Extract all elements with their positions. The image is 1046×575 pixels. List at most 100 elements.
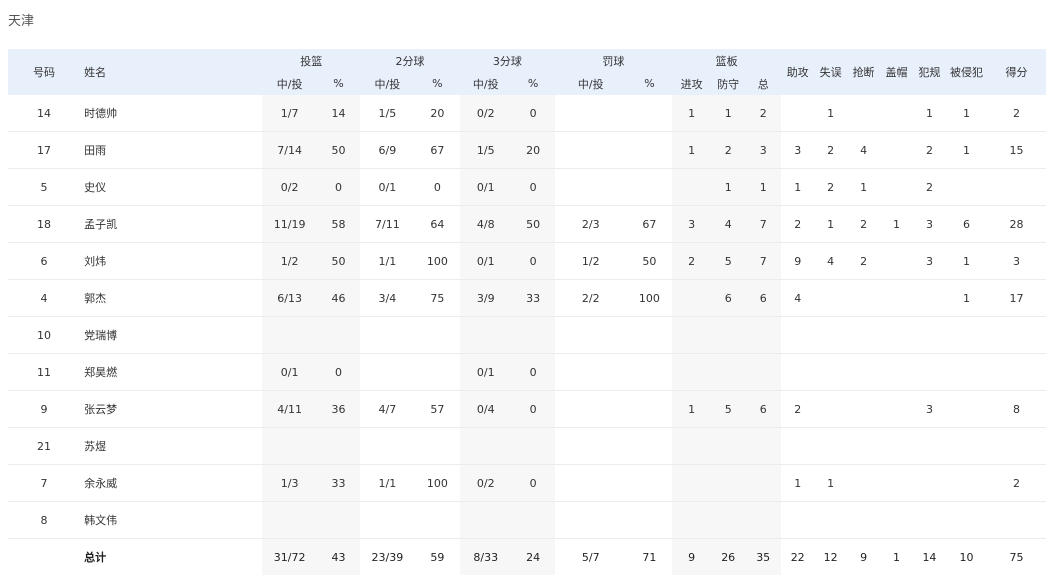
table-row[interactable]: 18孟子凯11/19587/11644/8502/36734721213628 (8, 206, 1046, 243)
table-row[interactable]: 10党瑞博 (8, 317, 1046, 354)
cell-player-name[interactable]: 党瑞博 (80, 317, 262, 354)
col-2pt-made-att-header[interactable]: 中/投 (360, 72, 415, 95)
cell-two-pct: 67 (415, 132, 460, 169)
cell-two-pct: 64 (415, 206, 460, 243)
cell-player-name[interactable]: 韩文伟 (80, 502, 262, 539)
table-row[interactable]: 4郭杰6/13463/4753/9332/2100664117 (8, 280, 1046, 317)
cell-turnovers: 1 (814, 465, 847, 502)
col-fd-header[interactable]: 被侵犯 (946, 49, 987, 95)
col-stl-header[interactable]: 抢断 (847, 49, 880, 95)
col-fg-pct-header[interactable]: % (317, 72, 360, 95)
cell-fg-pct: 50 (317, 132, 360, 169)
cell-off-reb: 1 (672, 391, 711, 428)
col-blk-header[interactable]: 盖帽 (880, 49, 913, 95)
table-row[interactable]: 7余永威1/3331/11000/20112 (8, 465, 1046, 502)
cell-fouls (913, 465, 946, 502)
cell-player-name[interactable]: 郭杰 (80, 280, 262, 317)
table-row[interactable]: 6刘炜1/2501/11000/101/250257942313 (8, 243, 1046, 280)
cell-blocks (880, 95, 913, 132)
table-row[interactable]: 17田雨7/14506/9671/5201233242115 (8, 132, 1046, 169)
table-row[interactable]: 5史仪0/200/100/10111212 (8, 169, 1046, 206)
cell-player-name[interactable]: 张云梦 (80, 391, 262, 428)
col-3pt-made-att-header[interactable]: 中/投 (460, 72, 511, 95)
cell-off-reb (672, 354, 711, 391)
table-row[interactable]: 8韩文伟 (8, 502, 1046, 539)
total-two-pct: 59 (415, 539, 460, 575)
cell-two-made-att: 7/11 (360, 206, 415, 243)
cell-three-made-att: 0/1 (460, 169, 511, 206)
cell-points (987, 502, 1046, 539)
cell-steals: 2 (847, 206, 880, 243)
cell-player-name[interactable]: 田雨 (80, 132, 262, 169)
cell-off-reb (672, 465, 711, 502)
cell-fouls (913, 280, 946, 317)
cell-player-name[interactable]: 刘炜 (80, 243, 262, 280)
cell-ft-made-att (555, 428, 627, 465)
cell-turnovers (814, 391, 847, 428)
cell-fouls (913, 317, 946, 354)
cell-three-made-att: 0/4 (460, 391, 511, 428)
col-pts-header[interactable]: 得分 (987, 49, 1046, 95)
col-ft-made-att-header[interactable]: 中/投 (555, 72, 627, 95)
col-name-header[interactable]: 姓名 (80, 49, 262, 95)
cell-fg-made-att: 7/14 (262, 132, 317, 169)
cell-points (987, 317, 1046, 354)
cell-turnovers: 2 (814, 132, 847, 169)
group-2pt-header: 2分球 (360, 49, 460, 72)
cell-ft-made-att (555, 169, 627, 206)
cell-player-name[interactable]: 郑昊燃 (80, 354, 262, 391)
col-pf-header[interactable]: 犯规 (913, 49, 946, 95)
table-row[interactable]: 14时德帅1/7141/5200/201121112 (8, 95, 1046, 132)
cell-fouls (913, 428, 946, 465)
cell-steals (847, 428, 880, 465)
cell-fouls-drawn (946, 317, 987, 354)
cell-steals (847, 280, 880, 317)
col-fg-made-att-header[interactable]: 中/投 (262, 72, 317, 95)
cell-three-pct (511, 428, 554, 465)
cell-player-name[interactable]: 史仪 (80, 169, 262, 206)
cell-fg-pct: 46 (317, 280, 360, 317)
cell-fg-pct: 58 (317, 206, 360, 243)
cell-fg-made-att: 11/19 (262, 206, 317, 243)
cell-points: 15 (987, 132, 1046, 169)
cell-assists (781, 354, 814, 391)
total-turnovers: 12 (814, 539, 847, 575)
cell-points: 28 (987, 206, 1046, 243)
col-tov-header[interactable]: 失误 (814, 49, 847, 95)
col-tot-reb-header[interactable]: 总 (745, 72, 781, 95)
col-3pt-pct-header[interactable]: % (511, 72, 554, 95)
cell-def-reb (711, 502, 745, 539)
cell-fouls (913, 354, 946, 391)
table-row[interactable]: 9张云梦4/11364/7570/40156238 (8, 391, 1046, 428)
cell-steals: 2 (847, 243, 880, 280)
col-number-header[interactable]: 号码 (8, 49, 80, 95)
total-three-made-att: 8/33 (460, 539, 511, 575)
cell-blocks (880, 354, 913, 391)
cell-player-name[interactable]: 苏煜 (80, 428, 262, 465)
col-ast-header[interactable]: 助攻 (781, 49, 814, 95)
cell-ft-made-att: 2/3 (555, 206, 627, 243)
cell-fg-pct: 50 (317, 243, 360, 280)
cell-player-name[interactable]: 时德帅 (80, 95, 262, 132)
total-assists: 22 (781, 539, 814, 575)
col-def-reb-header[interactable]: 防守 (711, 72, 745, 95)
cell-assists (781, 428, 814, 465)
table-row[interactable]: 11郑昊燃0/100/10 (8, 354, 1046, 391)
table-row[interactable]: 21苏煜 (8, 428, 1046, 465)
cell-three-pct: 0 (511, 465, 554, 502)
col-2pt-pct-header[interactable]: % (415, 72, 460, 95)
cell-ft-pct (627, 317, 672, 354)
col-ft-pct-header[interactable]: % (627, 72, 672, 95)
cell-points: 2 (987, 465, 1046, 502)
cell-two-pct: 100 (415, 243, 460, 280)
total-ft-pct: 71 (627, 539, 672, 575)
cell-player-name[interactable]: 孟子凯 (80, 206, 262, 243)
cell-tot-reb (745, 354, 781, 391)
cell-ft-made-att: 2/2 (555, 280, 627, 317)
cell-off-reb (672, 280, 711, 317)
cell-player-name[interactable]: 余永威 (80, 465, 262, 502)
cell-points: 2 (987, 95, 1046, 132)
col-off-reb-header[interactable]: 进攻 (672, 72, 711, 95)
cell-tot-reb (745, 428, 781, 465)
cell-ft-made-att (555, 317, 627, 354)
